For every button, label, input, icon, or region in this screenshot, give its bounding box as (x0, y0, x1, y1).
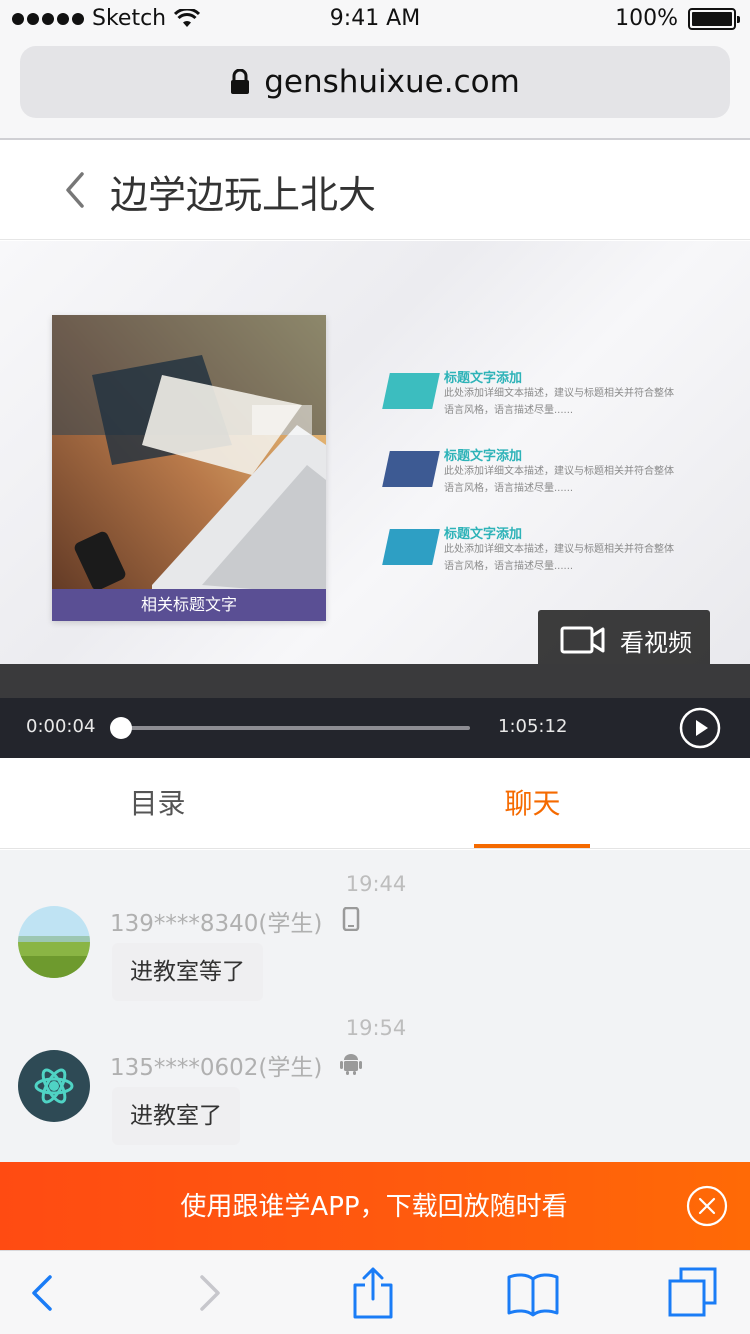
message-time: 19:54 (345, 1016, 407, 1040)
download-app-banner[interactable]: 使用跟谁学APP，下载回放随时看 (0, 1162, 750, 1250)
battery-icon (688, 7, 740, 30)
slide-item: 标题文字添加 此处添加详细文本描述，建议与标题相关并符合整体语言风格，语言描述尽… (382, 523, 686, 583)
message-bubble: 进教室等了 (112, 943, 263, 1001)
banner-text: 使用跟谁学APP，下载回放随时看 (180, 1192, 568, 1222)
slide-item-title: 标题文字添加 (444, 527, 523, 542)
heart-icon (382, 529, 440, 565)
watch-video-label: 看视频 (620, 628, 692, 657)
slide-item: 标题文字添加 此处添加详细文本描述，建议与标题相关并符合整体语言风格，语言描述尽… (382, 367, 686, 427)
address-bar-area: genshuixue.com (0, 40, 750, 140)
phone-icon (342, 907, 360, 931)
slide-item-title: 标题文字添加 (444, 449, 523, 464)
slide-item: 标题文字添加 此处添加详细文本描述，建议与标题相关并符合整体语言风格，语言描述尽… (382, 445, 686, 505)
slide-item-title: 标题文字添加 (444, 371, 523, 386)
tabs-icon[interactable] (665, 1265, 721, 1321)
avatar[interactable] (18, 906, 90, 978)
page-title: 边学边玩上北大 (110, 173, 377, 217)
status-bar: Sketch 9:41 AM 100% (0, 0, 750, 40)
slide-photo (52, 315, 326, 621)
sender-name: 139****8340(学生) (110, 911, 323, 937)
video-controls: 0:00:04 1:05:12 (0, 698, 750, 758)
sender-name: 135****0602(学生) (110, 1055, 323, 1081)
active-tab-indicator (474, 844, 590, 848)
android-icon (340, 1054, 362, 1075)
progress-knob[interactable] (110, 717, 132, 739)
watch-video-button[interactable]: 看视频 (538, 610, 710, 670)
close-icon[interactable] (686, 1185, 728, 1227)
avatar[interactable] (18, 1050, 90, 1122)
play-icon[interactable] (679, 707, 721, 749)
url-text: genshuixue.com (264, 64, 520, 100)
forward-icon[interactable] (182, 1265, 238, 1321)
share-icon[interactable] (345, 1265, 401, 1321)
battery-percent: 100% (615, 6, 678, 31)
tab-bar: 目录 聊天 (0, 758, 750, 849)
bookmarks-icon[interactable] (505, 1265, 561, 1321)
chart-icon (382, 451, 440, 487)
back-chevron-icon[interactable] (58, 168, 98, 212)
browser-toolbar (0, 1250, 750, 1334)
progress-bar[interactable] (120, 726, 470, 730)
message-time: 19:44 (345, 872, 407, 896)
video-letterbox (0, 664, 750, 698)
address-bar[interactable]: genshuixue.com (20, 46, 730, 118)
slide-caption: 相关标题文字 (52, 589, 326, 621)
message-bubble: 进教室了 (112, 1087, 240, 1145)
tab-catalog[interactable]: 目录 (0, 758, 345, 849)
slide-item-desc: 此处添加详细文本描述，建议与标题相关并符合整体语言风格，语言描述尽量...... (444, 388, 674, 416)
current-time: 0:00:04 (26, 716, 96, 737)
tab-chat[interactable]: 聊天 (345, 758, 720, 849)
document-icon (382, 373, 440, 409)
battery-group: 100% (615, 6, 740, 31)
lock-icon (231, 69, 250, 94)
back-icon[interactable] (14, 1265, 70, 1321)
video-camera-icon (560, 626, 605, 654)
chat-list[interactable]: 19:44 139****8340(学生) 进教室等了 19:54 135***… (0, 850, 750, 1162)
slide-item-desc: 此处添加详细文本描述，建议与标题相关并符合整体语言风格，语言描述尽量...... (444, 544, 674, 572)
slide-item-desc: 此处添加详细文本描述，建议与标题相关并符合整体语言风格，语言描述尽量...... (444, 466, 674, 494)
video-player[interactable]: 相关标题文字 标题文字添加 此处添加详细文本描述，建议与标题相关并符合整体语言风… (0, 241, 750, 758)
total-time: 1:05:12 (498, 716, 568, 737)
page-header: 边学边玩上北大 (0, 140, 750, 240)
